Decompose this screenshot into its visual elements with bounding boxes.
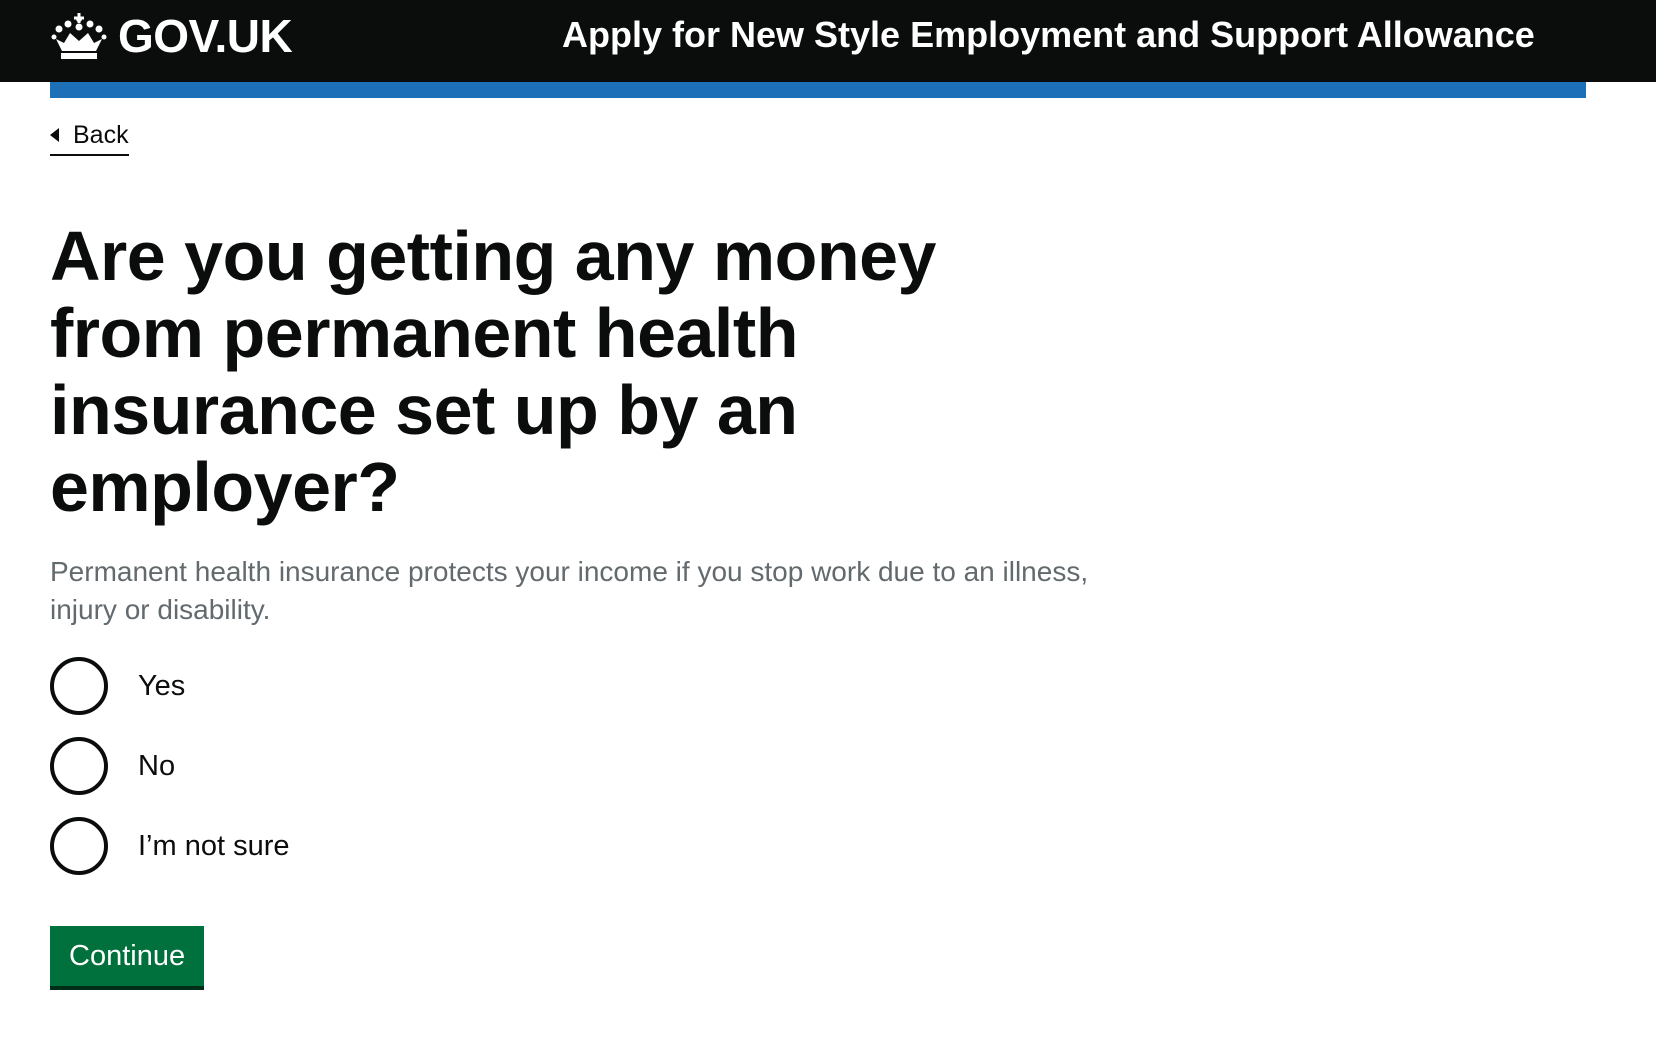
continue-button[interactable]: Continue (50, 926, 205, 986)
page-title: Are you getting any money from permanent… (50, 217, 936, 526)
radio-label-not-sure[interactable]: I’m not sure (138, 828, 290, 864)
radio-label-no[interactable]: No (138, 748, 175, 784)
radio-group: Yes No I’m not sure (50, 654, 290, 894)
govuk-logo-link[interactable]: GOV.UK (50, 10, 293, 62)
radio-label-yes[interactable]: Yes (138, 668, 185, 704)
radio-option-not-sure[interactable]: I’m not sure (50, 814, 290, 878)
crown-icon (50, 11, 108, 61)
radio-not-sure[interactable] (50, 817, 108, 875)
back-link[interactable]: Back (50, 119, 129, 156)
radio-option-no[interactable]: No (50, 734, 290, 798)
radio-option-yes[interactable]: Yes (50, 654, 290, 718)
radio-yes[interactable] (50, 657, 108, 715)
chevron-left-icon (50, 128, 59, 142)
radio-no[interactable] (50, 737, 108, 795)
header-stripe (50, 82, 1586, 98)
service-name-link[interactable]: Apply for New Style Employment and Suppo… (562, 12, 1535, 58)
logo-text: GOV.UK (118, 10, 293, 62)
site-header: GOV.UK Apply for New Style Employment an… (0, 0, 1656, 82)
question-hint: Permanent health insurance protects your… (50, 556, 1089, 625)
back-link-label: Back (73, 121, 129, 149)
